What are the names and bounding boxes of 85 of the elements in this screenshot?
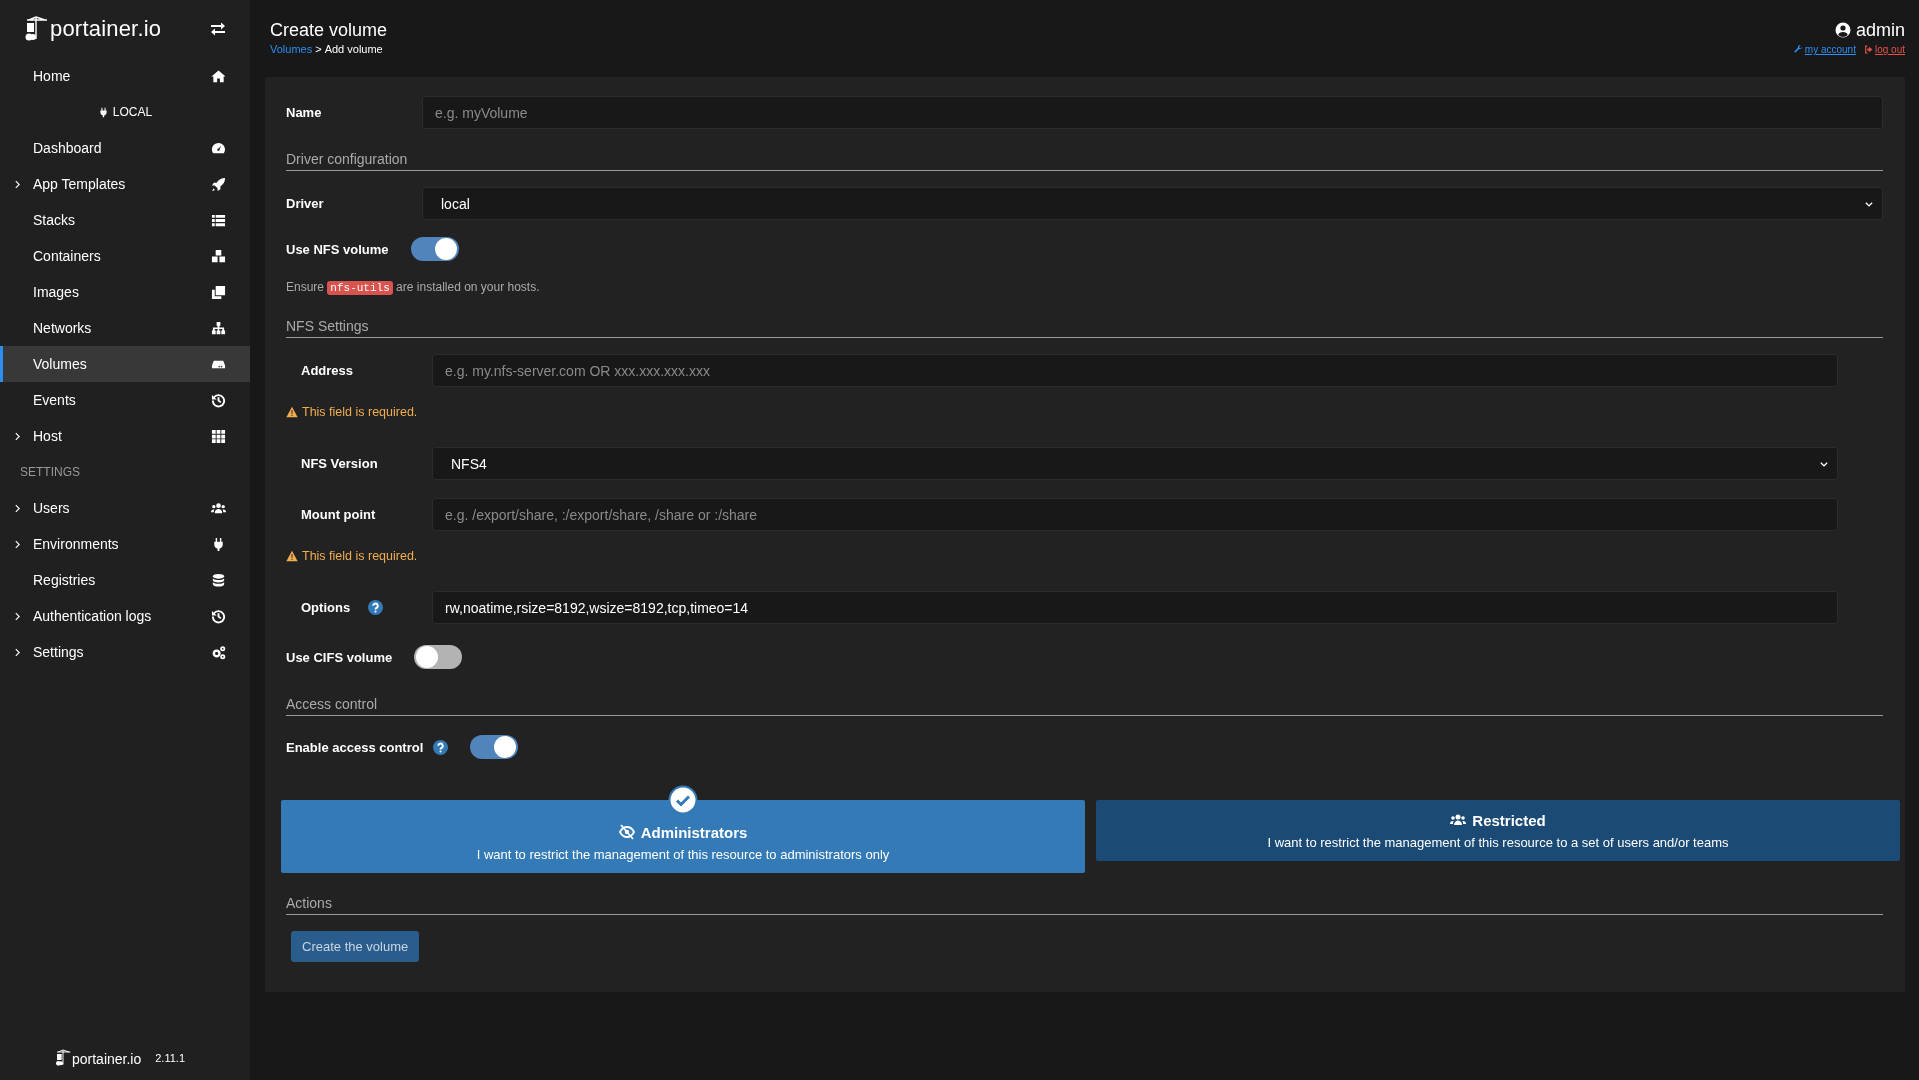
sitemap-icon [211, 320, 226, 336]
sidebar-item[interactable]: Host [0, 418, 250, 454]
gears-icon [211, 644, 226, 660]
field-label: NFS Version [301, 456, 378, 471]
history-icon [211, 392, 226, 408]
option-description: I want to restrict the management of this resource to a set of users and/or teams [1267, 834, 1729, 850]
users-icon [1450, 812, 1467, 828]
eye-slash-icon [618, 824, 635, 840]
sidebar-item[interactable]: Dashboard [0, 130, 250, 166]
section-heading: Access control [286, 696, 1883, 716]
cubes-icon [211, 248, 226, 264]
field-label: Options [301, 600, 351, 615]
environment-name: LOCAL [112, 105, 153, 119]
gauge-icon [211, 140, 226, 156]
section-heading: SETTINGS [19, 464, 81, 481]
check-circle-icon [668, 785, 698, 815]
grid-icon [211, 428, 226, 444]
section-heading: Actions [286, 895, 1883, 915]
sidebar-item[interactable]: Networks [0, 310, 250, 346]
log-out-link[interactable]: log out [1863, 44, 1905, 55]
crane-logo-icon [24, 16, 48, 42]
option-title: Restricted [1472, 811, 1546, 829]
create-volume-button[interactable]: Create the volume [291, 931, 420, 962]
access-option[interactable]: Administrators I want to restrict the management of this resource to administrators only [281, 800, 1085, 873]
sign-out-icon [1863, 45, 1873, 54]
toggle-switch[interactable] [410, 237, 459, 261]
toggle-switch[interactable] [414, 645, 463, 669]
list-icon [211, 212, 226, 228]
validation-message: This field is required. [302, 405, 418, 419]
plug-icon [97, 106, 109, 118]
history-icon [211, 608, 226, 624]
text-field[interactable]: e.g. /export/share, :/export/share, /share or :/share [432, 498, 1838, 531]
wrench-icon [1793, 45, 1803, 54]
text-field[interactable]: e.g. myVolume [422, 96, 1883, 129]
home-icon [211, 68, 226, 84]
crane-logo-icon [54, 1049, 71, 1067]
warning-icon [286, 550, 298, 562]
warning-icon [286, 406, 298, 418]
sidebar-item[interactable]: Environments [0, 526, 250, 562]
sidebar-item[interactable]: Registries [0, 562, 250, 598]
text-field[interactable]: e.g. my.nfs-server.com OR xxx.xxx.xxx.xxx [432, 354, 1838, 387]
sidebar-item[interactable]: Images [0, 274, 250, 310]
dropdown[interactable]: NFS4 [432, 447, 1838, 480]
sidebar-item[interactable]: Stacks [0, 202, 250, 238]
plug-icon [211, 536, 226, 552]
toggle-label: Use CIFS volume [286, 649, 393, 665]
users-icon [211, 500, 226, 516]
username: admin [1855, 19, 1905, 41]
option-description: I want to restrict the management of this resource to administrators only [476, 846, 890, 862]
field-label: Mount point [301, 507, 376, 522]
sidebar-item[interactable]: App Templates [0, 166, 250, 202]
field-label: Address [301, 363, 354, 378]
section-heading: NFS Settings [286, 318, 1883, 338]
copy-icon [211, 284, 226, 300]
database-icon [211, 572, 226, 588]
sidebar-item[interactable]: Authentication logs [0, 598, 250, 634]
user-circle-icon [1834, 22, 1851, 38]
sidebar-item[interactable]: Users [0, 490, 250, 526]
sidebar-item[interactable]: Events [0, 382, 250, 418]
section-heading: Driver configuration [286, 151, 1883, 171]
breadcrumb-separator: > [315, 43, 322, 55]
breadcrumb-link[interactable]: Volumes [270, 43, 313, 55]
text-field[interactable]: rw,noatime,rsize=8192,wsize=8192,tcp,timeo=14 [432, 591, 1838, 624]
rocket-icon [211, 176, 226, 192]
sidebar-item[interactable]: Volumes [0, 346, 250, 382]
toggle-label: Enable access control [286, 739, 424, 755]
logo-text: portainer.io [71, 1051, 142, 1067]
my-account-link[interactable]: my account [1793, 44, 1856, 55]
dropdown[interactable]: local [422, 187, 1883, 220]
field-label: Name [286, 105, 322, 120]
sidebar-item[interactable]: Containers [0, 238, 250, 274]
access-option[interactable]: Restricted I want to restrict the management of this resource to a set of users and/or teams [1096, 800, 1900, 861]
sidebar-item[interactable]: Settings [0, 634, 250, 670]
toggle-label: Use NFS volume [286, 241, 389, 257]
validation-message: This field is required. [302, 549, 418, 563]
logo-text: portainer.io [50, 16, 162, 42]
page-title: Create volume [270, 19, 388, 41]
option-title: Administrators [640, 823, 748, 841]
help-text: Ensure nfs-utils are installed on your hosts. [286, 280, 541, 294]
toggle-switch[interactable] [470, 735, 519, 759]
sidebar-item[interactable]: Home [0, 58, 250, 94]
version-text: 2.11.1 [155, 1052, 186, 1064]
swap-arrows-icon [210, 21, 226, 37]
breadcrumb-current: Add volume [324, 43, 383, 55]
field-label: Driver [286, 196, 324, 211]
